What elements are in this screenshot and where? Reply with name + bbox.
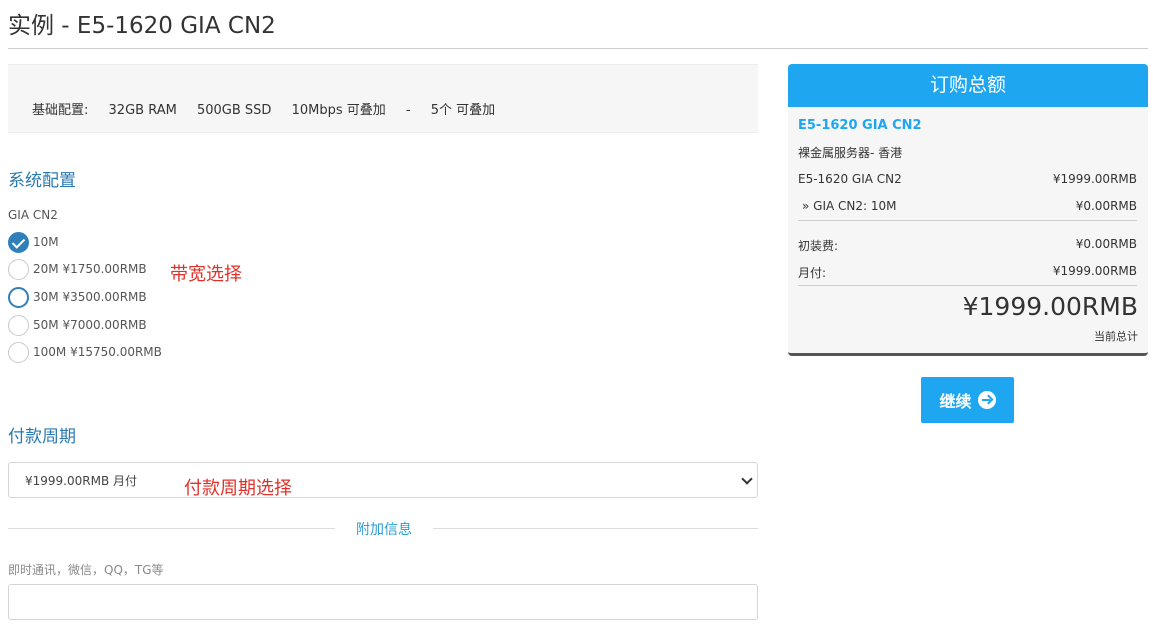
base-config-row: 基础配置: 32GB RAM 500GB SSD 10Mbps 可叠加 - 5个… — [32, 99, 511, 118]
bandwidth-option-50m[interactable]: 50M ¥7000.00RMB — [8, 314, 147, 336]
summary-divider — [798, 285, 1137, 286]
billing-cycle-title: 付款周期 — [8, 427, 76, 447]
bandwidth-annotation: 带宽选择 — [170, 264, 242, 285]
summary-total-label: 当前总计 — [1094, 330, 1138, 343]
summary-line-value: ¥1999.00RMB — [1052, 172, 1137, 186]
summary-setup-label: 初装费: — [798, 239, 839, 253]
summary-total: ¥1999.00RMB — [962, 292, 1138, 321]
summary-setup-fee: 初装费: ¥0.00RMB — [798, 237, 1137, 254]
summary-line-label: E5-1620 GIA CN2 — [798, 172, 902, 186]
radio-unchecked-icon[interactable] — [8, 258, 29, 280]
continue-button[interactable]: 继续 — [921, 377, 1014, 423]
page-title: 实例 - E5-1620 GIA CN2 — [8, 13, 276, 39]
summary-line-label: » GIA CN2: 10M — [802, 199, 897, 213]
bandwidth-option-30m[interactable]: 30M ¥3500.00RMB — [8, 286, 147, 308]
bandwidth-option-label: 100M ¥15750.00RMB — [33, 345, 162, 359]
title-divider — [8, 48, 1148, 49]
order-summary-header: 订购总额 — [788, 64, 1148, 107]
base-config-disk: 500GB SSD — [196, 103, 272, 118]
base-config-bandwidth: 10Mbps 可叠加 — [291, 103, 386, 118]
billing-cycle-annotation: 付款周期选择 — [184, 478, 292, 499]
billing-cycle-value: ¥1999.00RMB 月付 — [25, 473, 137, 488]
system-config-title: 系统配置 — [8, 171, 76, 191]
divider-line — [8, 528, 335, 529]
base-config-panel: 基础配置: 32GB RAM 500GB SSD 10Mbps 可叠加 - 5个… — [8, 64, 758, 133]
bandwidth-option-label: 10M — [33, 235, 59, 249]
radio-checked-icon[interactable] — [8, 231, 29, 253]
base-config-ram: 32GB RAM — [108, 103, 177, 118]
bandwidth-option-10m[interactable]: 10M — [8, 231, 59, 253]
bandwidth-option-label: 30M ¥3500.00RMB — [33, 290, 147, 304]
base-config-ip: 5个 可叠加 — [430, 103, 496, 118]
bandwidth-option-label: 20M ¥1750.00RMB — [33, 262, 147, 276]
bandwidth-option-20m[interactable]: 20M ¥1750.00RMB — [8, 258, 147, 280]
bandwidth-option-label: GIA CN2 — [8, 208, 58, 222]
im-contact-label: 即时通讯，微信，QQ，TG等 — [8, 563, 164, 577]
summary-line-item: » GIA CN2: 10M ¥0.00RMB — [798, 199, 1137, 213]
bandwidth-option-100m[interactable]: 100M ¥15750.00RMB — [8, 341, 162, 363]
summary-line-item: E5-1620 GIA CN2 ¥1999.00RMB — [798, 172, 1137, 186]
summary-divider — [798, 220, 1137, 221]
chevron-down-icon — [741, 473, 753, 485]
radio-unchecked-icon[interactable] — [8, 341, 29, 363]
radio-unchecked-icon[interactable] — [8, 286, 29, 308]
continue-button-label: 继续 — [939, 392, 972, 411]
additional-info-title: 附加信息 — [356, 522, 412, 538]
base-config-separator: - — [405, 103, 411, 118]
summary-product-name: E5-1620 GIA CN2 — [798, 118, 922, 133]
summary-monthly-value: ¥1999.00RMB — [1052, 264, 1137, 278]
radio-unchecked-icon[interactable] — [8, 314, 29, 336]
summary-product-group: 裸金属服务器- 香港 — [798, 146, 903, 160]
summary-monthly-label: 月付: — [798, 266, 827, 280]
arrow-right-circle-icon — [977, 391, 996, 409]
summary-monthly: 月付: ¥1999.00RMB — [798, 264, 1137, 281]
billing-cycle-select[interactable]: ¥1999.00RMB 月付 — [8, 462, 758, 498]
bandwidth-option-label: 50M ¥7000.00RMB — [33, 318, 147, 332]
summary-line-value: ¥0.00RMB — [1075, 199, 1137, 213]
base-config-label: 基础配置: — [32, 103, 89, 118]
additional-info-divider: 附加信息 — [8, 518, 758, 538]
im-contact-input[interactable] — [8, 584, 758, 620]
divider-line — [433, 528, 758, 529]
order-summary-panel: 订购总额 E5-1620 GIA CN2 裸金属服务器- 香港 E5-1620 … — [788, 64, 1148, 356]
summary-setup-value: ¥0.00RMB — [1075, 237, 1137, 251]
